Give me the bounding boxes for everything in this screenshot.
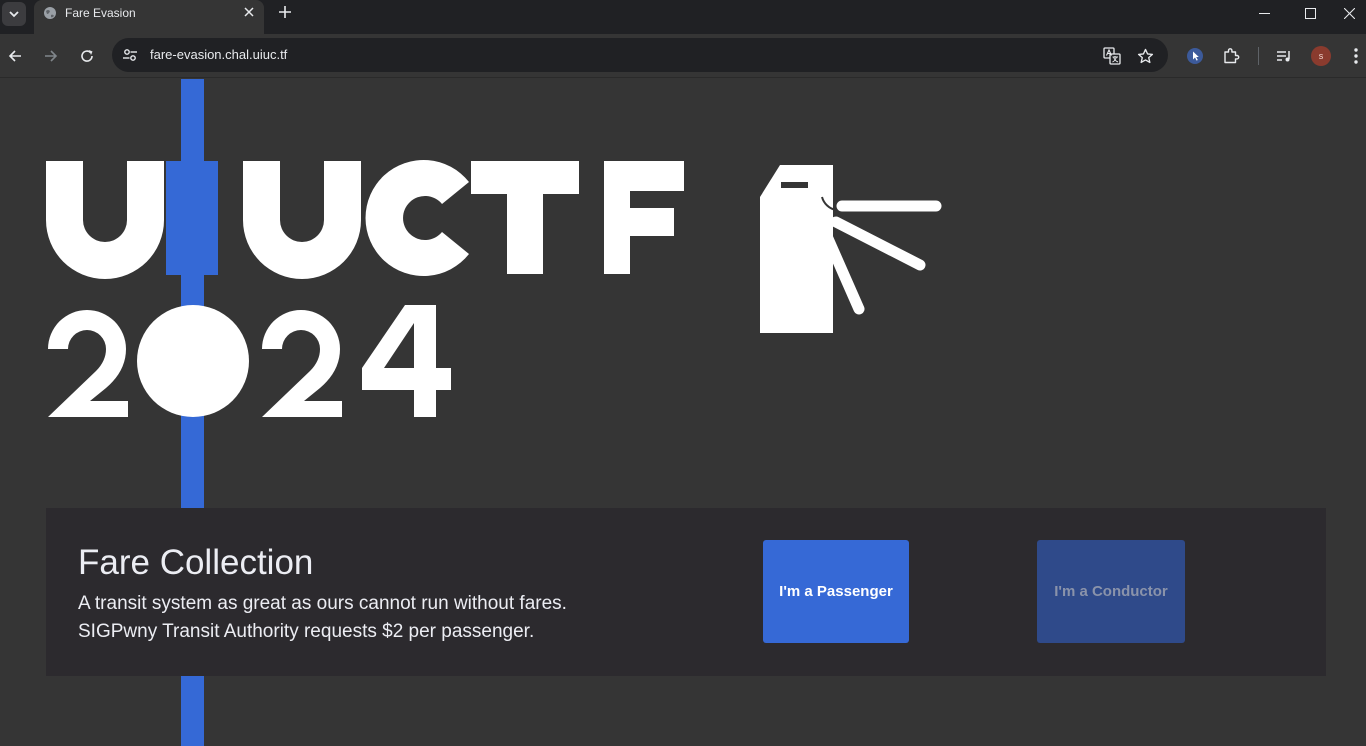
bookmark-button[interactable] [1135, 46, 1155, 66]
minimize-button[interactable] [1241, 0, 1287, 26]
tab-search-icon [9, 11, 19, 18]
more-vertical-icon [1354, 48, 1358, 64]
turnstile-icon [760, 165, 942, 333]
reload-button[interactable] [73, 42, 101, 70]
close-icon [244, 7, 254, 17]
forward-icon [45, 50, 58, 62]
conductor-button[interactable]: I'm a Conductor [1037, 540, 1185, 643]
translate-icon [1103, 47, 1121, 65]
star-icon [1137, 48, 1153, 63]
site-settings-icon [123, 49, 137, 61]
extension-cursor-button[interactable] [1184, 45, 1206, 67]
extension-cursor-icon [1187, 48, 1203, 64]
panel-title: Fare Collection [78, 543, 314, 582]
toolbar-separator [1258, 47, 1259, 65]
passenger-button[interactable]: I'm a Passenger [763, 540, 909, 643]
tab-close-button[interactable] [241, 4, 257, 20]
minimize-icon [1258, 12, 1270, 14]
tab-title: Fare Evasion [65, 6, 136, 20]
tab-strip: Fare Evasion [0, 0, 1366, 34]
puzzle-icon [1224, 48, 1240, 64]
forward-button[interactable] [37, 42, 65, 70]
panel-description-line-1: A transit system as great as ours cannot… [78, 593, 567, 614]
plus-icon [279, 6, 291, 18]
toolbar: fare-evasion.chal.uiuc.tf s [0, 34, 1366, 78]
address-bar[interactable]: fare-evasion.chal.uiuc.tf [112, 38, 1168, 72]
maximize-icon [1304, 7, 1316, 19]
uiuctf-2024-logo [46, 160, 942, 417]
page-content: Fare Collection A transit system as grea… [0, 79, 1366, 746]
media-queue-icon [1277, 51, 1290, 62]
reload-icon [81, 50, 93, 62]
tab-search-button[interactable] [2, 2, 26, 26]
url-text[interactable]: fare-evasion.chal.uiuc.tf [150, 47, 287, 63]
back-icon [8, 50, 21, 62]
globe-icon [44, 7, 56, 19]
tab-fare-evasion[interactable]: Fare Evasion [34, 0, 264, 34]
panel-description: A transit system as great as ours cannot… [78, 590, 678, 646]
profile-avatar[interactable]: s [1311, 46, 1331, 66]
fare-collection-panel: Fare Collection A transit system as grea… [46, 508, 1326, 676]
back-button[interactable] [1, 42, 29, 70]
new-tab-button[interactable] [275, 2, 295, 22]
close-window-button[interactable] [1332, 0, 1366, 26]
media-queue-button[interactable] [1273, 45, 1295, 67]
extensions-button[interactable] [1220, 45, 1242, 67]
menu-button[interactable] [1345, 45, 1366, 67]
translate-button[interactable] [1102, 46, 1122, 66]
close-window-icon [1343, 7, 1355, 19]
transit-line-stripe-bottom [181, 676, 204, 746]
maximize-button[interactable] [1287, 0, 1333, 26]
panel-description-line-2: SIGPwny Transit Authority requests $2 pe… [78, 621, 535, 642]
